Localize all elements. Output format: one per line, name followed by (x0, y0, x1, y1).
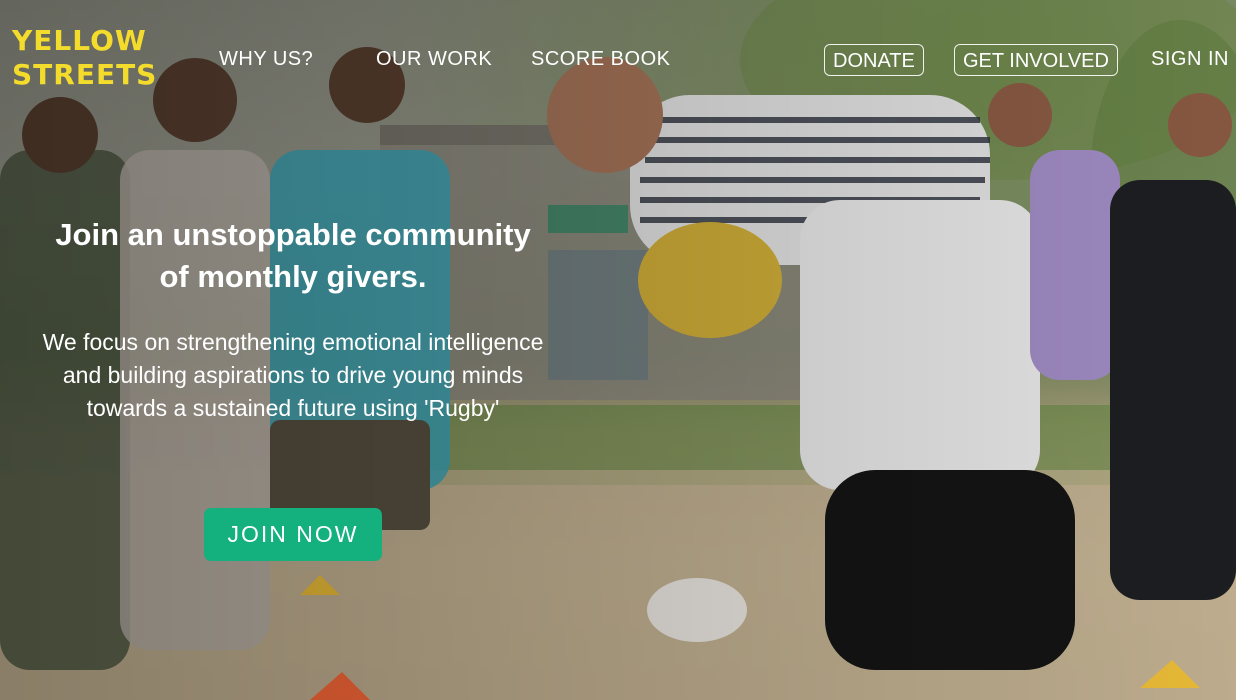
hero-subtitle: We focus on strengthening emotional inte… (8, 326, 578, 425)
nav-link-why-us[interactable]: WHY US? (219, 48, 313, 71)
hero-headline: Join an unstoppable community of monthly… (30, 214, 556, 298)
hero-headline-line-2: of monthly givers. (159, 259, 427, 294)
hero-subtitle-line-3: towards a sustained future using 'Rugby' (86, 395, 500, 421)
donate-button[interactable]: DONATE (824, 44, 924, 76)
yellow-streets-logo[interactable]: YELLOW STREETS (12, 24, 158, 92)
hero-headline-line-1: Join an unstoppable community (55, 217, 531, 252)
hero-section: YELLOW STREETS WHY US? OUR WORK SCORE BO… (0, 0, 1236, 700)
hero-subtitle-line-2: and building aspirations to drive young … (62, 362, 524, 388)
join-now-button[interactable]: JOIN NOW (204, 508, 382, 561)
hero-subtitle-line-1: We focus on strengthening emotional inte… (42, 329, 544, 355)
nav-link-score-book[interactable]: SCORE BOOK (531, 48, 670, 71)
logo-line-1: YELLOW (12, 24, 147, 57)
logo-line-2: STREETS (12, 58, 158, 91)
get-involved-button[interactable]: GET INVOLVED (954, 44, 1118, 76)
nav-link-our-work[interactable]: OUR WORK (376, 48, 492, 71)
sign-in-link[interactable]: SIGN IN (1151, 48, 1229, 71)
